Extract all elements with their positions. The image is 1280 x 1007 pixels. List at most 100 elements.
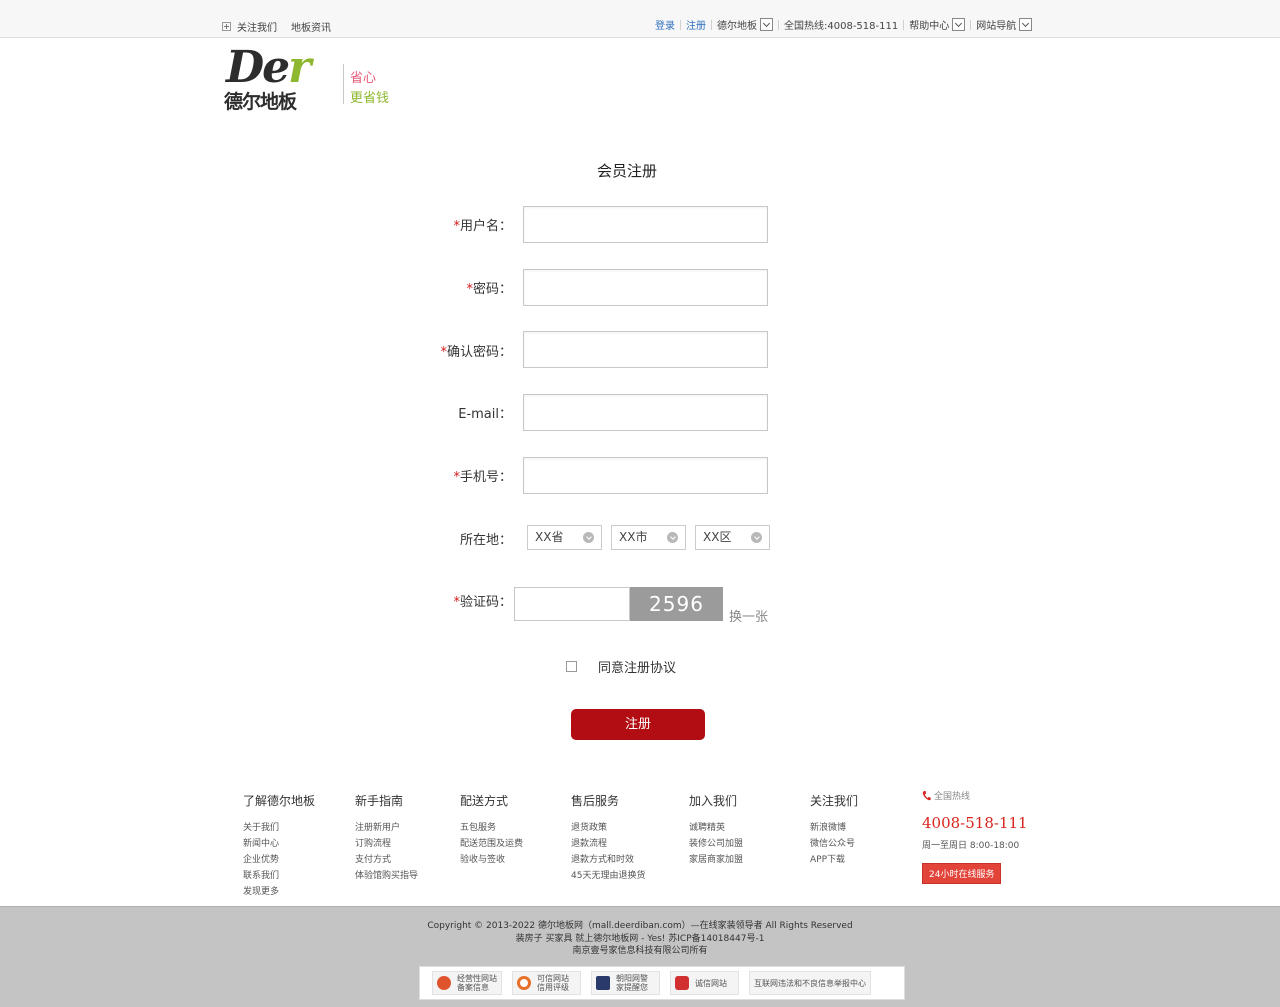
footer-link[interactable]: 45天无理由退换货 [571, 868, 645, 884]
divider [970, 19, 972, 30]
top-bar-right: 登录 注册 德尔地板 全国热线:4008-518-111 帮助中心 网站导航 [655, 17, 1033, 32]
username-input[interactable] [523, 206, 768, 243]
footer-col-delivery: 配送方式 五包服务 配送范围及运费 验收与签收 [460, 792, 523, 868]
page-title: 会员注册 [596, 162, 657, 180]
top-bar-left: 关注我们 地板资讯 [222, 19, 345, 34]
footer-col-title: 关注我们 [810, 794, 859, 808]
badge-trusted-site[interactable]: 可信网站 信用评级 [512, 971, 581, 995]
region-label: 所在地： [459, 533, 512, 548]
phone-icon [922, 790, 931, 800]
register-link[interactable]: 注册 [686, 17, 706, 32]
badge-credible-site[interactable]: 诚信网站 [670, 971, 739, 995]
captcha-image[interactable]: 2596 [630, 587, 723, 621]
follow-us-link[interactable]: 关注我们 [237, 19, 277, 34]
logo-slogan-1: 省心 [350, 71, 377, 86]
footer-col-guide: 新手指南 注册新用户 订购流程 支付方式 体验馆购买指导 [355, 792, 418, 884]
logo-wordmark: Der [226, 42, 311, 93]
phone-label: *手机号： [453, 470, 512, 485]
footer-link[interactable]: 注册新用户 [355, 820, 418, 836]
footer-link[interactable]: 联系我们 [243, 868, 315, 884]
footer-col-title: 新手指南 [355, 794, 404, 808]
hotline-title: 全国热线 [922, 789, 1028, 802]
bottom-bar: Copyright © 2013-2022 德尔地板网（mall.deerdib… [0, 906, 1280, 1007]
captcha-label: *验证码： [453, 595, 512, 610]
username-label: *用户名： [453, 219, 512, 234]
credible-site-icon [675, 976, 689, 990]
floor-news-link[interactable]: 地板资讯 [291, 19, 331, 34]
register-submit-button[interactable]: 注册 [571, 709, 705, 740]
badge-report-center[interactable]: 互联网违法和不良信息举报中心 [749, 971, 871, 995]
footer-link[interactable]: 企业优势 [243, 852, 315, 868]
footer-col-follow: 关注我们 新浪微博 微信公众号 APP下载 [810, 792, 858, 868]
district-select[interactable]: XX区 [695, 525, 770, 550]
footer-link[interactable]: 支付方式 [355, 852, 418, 868]
chevron-down-icon [955, 19, 963, 27]
copyright-line-3: 南京壹号家信息科技有限公司所有 [572, 946, 708, 956]
hotline-text: 全国热线:4008-518-111 [784, 21, 899, 32]
footer-col-title: 配送方式 [460, 794, 509, 808]
divider [680, 19, 681, 30]
trust-badges: 经营性网站 备案信息 可信网站 信用评级 朝阳网警 家提醒您 诚信网站 互联网违法和不… [419, 966, 905, 1000]
footer-link[interactable]: 验收与签收 [460, 852, 523, 868]
footer-link[interactable]: 退款方式和时效 [571, 852, 645, 868]
email-label: E-mail： [458, 407, 512, 422]
captcha-input[interactable] [514, 587, 630, 621]
help-dropdown-button[interactable] [952, 18, 966, 31]
agree-terms-label[interactable]: 同意注册协议 [598, 657, 676, 676]
top-bar: 关注我们 地板资讯 登录 注册 德尔地板 全国热线:4008-518-111 帮… [0, 0, 1280, 38]
login-link[interactable]: 登录 [655, 17, 675, 32]
logo-divider [343, 64, 344, 104]
footer-link[interactable]: 体验馆购买指导 [355, 868, 418, 884]
badge-icp[interactable]: 经营性网站 备案信息 [432, 971, 502, 995]
divider [778, 19, 779, 30]
footer-link[interactable]: 新闻中心 [243, 836, 315, 852]
password-input[interactable] [523, 269, 768, 306]
footer-col-title: 售后服务 [571, 794, 620, 808]
service-hours: 周一至周日 8:00-18:00 [922, 841, 1020, 851]
plus-icon [222, 22, 231, 31]
agree-checkbox[interactable] [566, 661, 577, 672]
confirm-password-label: *确认密码： [440, 345, 512, 360]
footer-hotline: 全国热线 4008-518-111 周一至周日 8:00-18:00 24小时在… [922, 789, 1028, 884]
footer-link[interactable]: 家居商家加盟 [689, 852, 743, 868]
badge-police[interactable]: 朝阳网警 家提醒您 [591, 971, 660, 995]
footer-link[interactable]: 装修公司加盟 [689, 836, 743, 852]
footer-link[interactable]: 退货政策 [571, 820, 645, 836]
footer-link[interactable]: 五包服务 [460, 820, 523, 836]
site-nav-menu[interactable]: 网站导航 [976, 17, 1016, 32]
password-label: *密码： [466, 282, 512, 297]
footer-col-title: 加入我们 [689, 794, 738, 808]
help-center-menu[interactable]: 帮助中心 [909, 17, 949, 32]
phone-input[interactable] [523, 457, 768, 494]
captcha-refresh-link[interactable]: 换一张 [729, 606, 768, 625]
footer-link[interactable]: 配送范围及运费 [460, 836, 523, 852]
footer-col-join: 加入我们 诚聘精英 装修公司加盟 家居商家加盟 [689, 792, 743, 868]
chevron-down-icon [751, 532, 762, 543]
police-icon [596, 976, 610, 990]
footer-col-title: 了解德尔地板 [243, 794, 316, 808]
brand-menu[interactable]: 德尔地板 [717, 17, 757, 32]
logo-chinese-name: 德尔地板 [224, 91, 297, 113]
footer-col-about: 了解德尔地板 关于我们 新闻中心 企业优势 联系我们 发现更多 [243, 792, 315, 900]
city-select[interactable]: XX市 [611, 525, 686, 550]
confirm-password-input[interactable] [523, 331, 768, 368]
logo-slogan-2: 更省钱 [350, 91, 390, 106]
footer-link[interactable]: 发现更多 [243, 884, 315, 900]
brand-dropdown-button[interactable] [760, 18, 773, 31]
chevron-down-icon [762, 19, 771, 27]
footer-link[interactable]: 退款流程 [571, 836, 645, 852]
email-input[interactable] [523, 394, 768, 431]
online-service-button[interactable]: 24小时在线服务 [922, 863, 1002, 884]
district-value: XX区 [703, 530, 732, 544]
chevron-down-icon [667, 532, 678, 543]
footer-link[interactable]: 订购流程 [355, 836, 418, 852]
footer-link[interactable]: 新浪微博 [810, 820, 858, 836]
footer-link[interactable]: APP下载 [810, 852, 858, 868]
site-nav-dropdown-button[interactable] [1019, 18, 1033, 31]
site-logo[interactable]: Der 德尔地板 省心 更省钱 [224, 42, 404, 113]
chevron-down-icon [1022, 19, 1030, 27]
footer-link[interactable]: 微信公众号 [810, 836, 858, 852]
footer-link[interactable]: 关于我们 [243, 820, 315, 836]
province-select[interactable]: XX省 [527, 525, 602, 550]
footer-link[interactable]: 诚聘精英 [689, 820, 743, 836]
